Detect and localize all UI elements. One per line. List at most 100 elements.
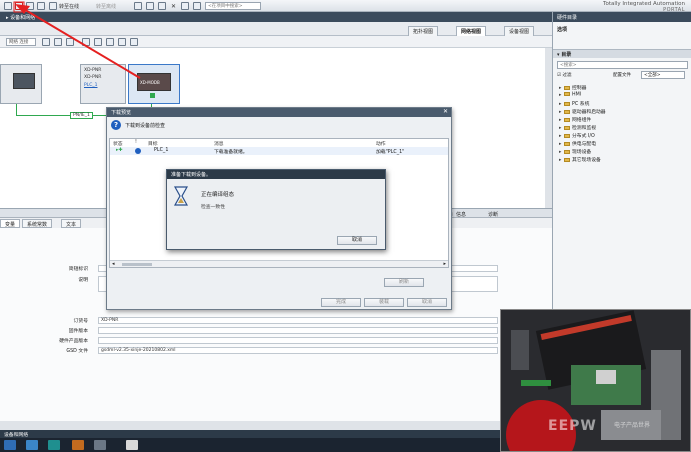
row-message: 下载准备就绪。 [214, 150, 248, 155]
network-label[interactable]: PN/IE_1 [70, 112, 93, 119]
open-icon[interactable] [26, 2, 34, 10]
go-online-button[interactable]: 转至在线 [59, 3, 79, 10]
hourglass-icon [173, 186, 189, 206]
tab-texts[interactable]: 文本 [61, 219, 82, 228]
cross-reference-icon[interactable] [146, 2, 154, 10]
explorer-icon[interactable] [26, 440, 38, 450]
prop-label: GSD 文件 [66, 349, 88, 354]
prop-value [98, 327, 498, 334]
dialog-message: 下载到设备前检查 [125, 123, 166, 129]
grid-icon[interactable] [66, 38, 74, 46]
filter-checkbox[interactable]: ☑ 过滤 [557, 72, 571, 78]
highlight-icon[interactable] [54, 38, 62, 46]
tab-variables[interactable]: 变量 [0, 219, 21, 228]
table-icon[interactable] [82, 38, 90, 46]
download-icon[interactable] [15, 2, 23, 10]
horizontal-scrollbar[interactable]: ◂ ▸ [110, 260, 448, 267]
catalog-item-detection[interactable]: ▸ 检测和监视 [559, 124, 596, 131]
device-name: XD-PNR [84, 68, 102, 73]
split-horizontal-icon[interactable] [181, 2, 189, 10]
monitor-icon[interactable] [158, 2, 166, 10]
new-project-icon[interactable] [4, 2, 12, 10]
scroll-left-icon[interactable]: ◂ [112, 261, 115, 267]
network-connection-select[interactable]: 网络 连接 [6, 38, 36, 46]
filter-label: 过滤 [562, 73, 572, 78]
progress-cancel-button[interactable]: 取消 [337, 236, 377, 245]
catalog-item-pc-systems[interactable]: ▸ PC 系统 [559, 100, 589, 107]
scroll-right-icon[interactable]: ▸ [443, 261, 446, 267]
catalog-item-power[interactable]: ▸ 供电与配电 [559, 140, 596, 147]
tab-system-constants[interactable]: 系统常数 [22, 219, 53, 228]
profile-select[interactable]: <全部> [641, 71, 685, 79]
prop-row-order-number: 订货号 XD-PNR [0, 317, 552, 325]
split-vertical-icon[interactable] [193, 2, 201, 10]
prop-value [98, 337, 498, 344]
catalog-search-input[interactable]: <搜索> [557, 61, 688, 69]
tab-info[interactable]: 信息 [456, 211, 466, 218]
accessible-devices-icon[interactable] [134, 2, 142, 10]
device-xd-pnr[interactable]: XD-PNR XD-PNR PLC_1 [80, 64, 126, 104]
catalog-item-drives[interactable]: ▸ 驱动器和启动器 [559, 108, 606, 115]
device-plc-link[interactable]: PLC_1 [84, 83, 97, 89]
table-row[interactable]: ▸✚ PLC_1 下载准备就绪。 加载"PLC_1" [110, 147, 448, 155]
expand-icon[interactable]: ▸✚ [116, 148, 122, 153]
portal-label[interactable]: 设备和网络 [4, 431, 28, 438]
layout-icon[interactable] [106, 38, 114, 46]
prop-label: 固件版本 [68, 329, 88, 334]
cancel-button[interactable]: 取消 [407, 298, 447, 307]
portal-view-bar: 设备和网络 [0, 430, 500, 438]
zoom-out-icon[interactable] [130, 38, 138, 46]
compile-progress-dialog: 准备下载到设备。 正在编译组态 检查一致性 取消 [166, 169, 386, 250]
device-xd-modb[interactable]: XD-MODB [128, 64, 180, 104]
tab-topology-view[interactable]: 拓扑视图 [408, 26, 439, 36]
scroll-thumb[interactable] [122, 263, 152, 266]
finish-button[interactable]: 完成 [321, 298, 361, 307]
close-icon[interactable]: ✕ [171, 3, 176, 10]
ethernet-port[interactable] [150, 93, 155, 98]
prop-row-gsd-file: GSD 文件 gsdml-v2.35-xinje-20210802.xml [0, 347, 552, 355]
overview-icon[interactable] [94, 38, 102, 46]
app-icon[interactable] [94, 440, 106, 450]
tab-network-view[interactable]: 网络视图 [456, 26, 487, 36]
catalog-item-other-field-devices[interactable]: ▸ 其它现场设备 [559, 156, 601, 163]
options-label[interactable]: 选项 [557, 26, 567, 33]
start-icon[interactable] [4, 440, 16, 450]
app-icon[interactable] [72, 440, 84, 450]
refresh-button[interactable]: 刷新 [384, 278, 424, 287]
go-offline-button[interactable]: 转至离线 [96, 3, 116, 10]
progress-dialog-title: 准备下载到设备。 [167, 170, 385, 179]
row-action[interactable]: 加载"PLC_1" [376, 148, 404, 155]
device-left-partial[interactable] [0, 64, 42, 104]
col-alert: ! [135, 140, 137, 145]
breadcrumb[interactable]: ▸ 设备和网络 [6, 14, 35, 21]
dialog-title: 下载预览 [107, 108, 451, 117]
tab-diagnostics[interactable]: 诊断 [488, 211, 498, 218]
load-button[interactable]: 装载 [364, 298, 404, 307]
print-icon[interactable] [49, 2, 57, 10]
tab-device-view[interactable]: 设备视图 [504, 26, 535, 36]
col-action: 动作 [376, 142, 386, 147]
zoom-in-icon[interactable] [118, 38, 126, 46]
os-taskbar [0, 438, 500, 452]
tia-portal-window: 转至在线 转至离线 ✕ <在项目中搜索> Totally Integrated … [0, 0, 691, 452]
catalog-item-controllers[interactable]: ▸ 控制器 [559, 84, 586, 91]
tia-icon[interactable] [48, 440, 60, 450]
prop-label: 硬件产品版本 [59, 339, 88, 344]
prop-row-firmware: 固件版本 [0, 327, 552, 335]
prop-value: gsdml-v2.35-xinje-20210802.xml [98, 347, 498, 354]
catalog-item-distributed-io[interactable]: ▸ 分布式 I/O [559, 132, 595, 139]
project-search-input[interactable]: <在项目中搜索> [205, 2, 261, 10]
save-icon[interactable] [37, 2, 45, 10]
connection-icon[interactable] [42, 38, 50, 46]
progress-main-text: 正在编译组态 [201, 192, 235, 198]
ready-status-icon [135, 148, 141, 154]
catalog-item-network-components[interactable]: ▸ 网络组件 [559, 116, 591, 123]
catalog-item-field-devices[interactable]: ▸ 现场设备 [559, 148, 591, 155]
progress-sub-text: 检查一致性 [201, 205, 225, 210]
close-icon[interactable]: ✕ [443, 108, 448, 115]
prop-label: 订货号 [73, 319, 88, 324]
catalog-item-hmi[interactable]: ▸ HMI [559, 92, 581, 98]
app-icon[interactable] [126, 440, 138, 450]
view-tabs: 拓扑视图 网络视图 设备视图 [0, 22, 552, 36]
catalog-section-title[interactable]: ▾ 目录 [553, 49, 691, 58]
